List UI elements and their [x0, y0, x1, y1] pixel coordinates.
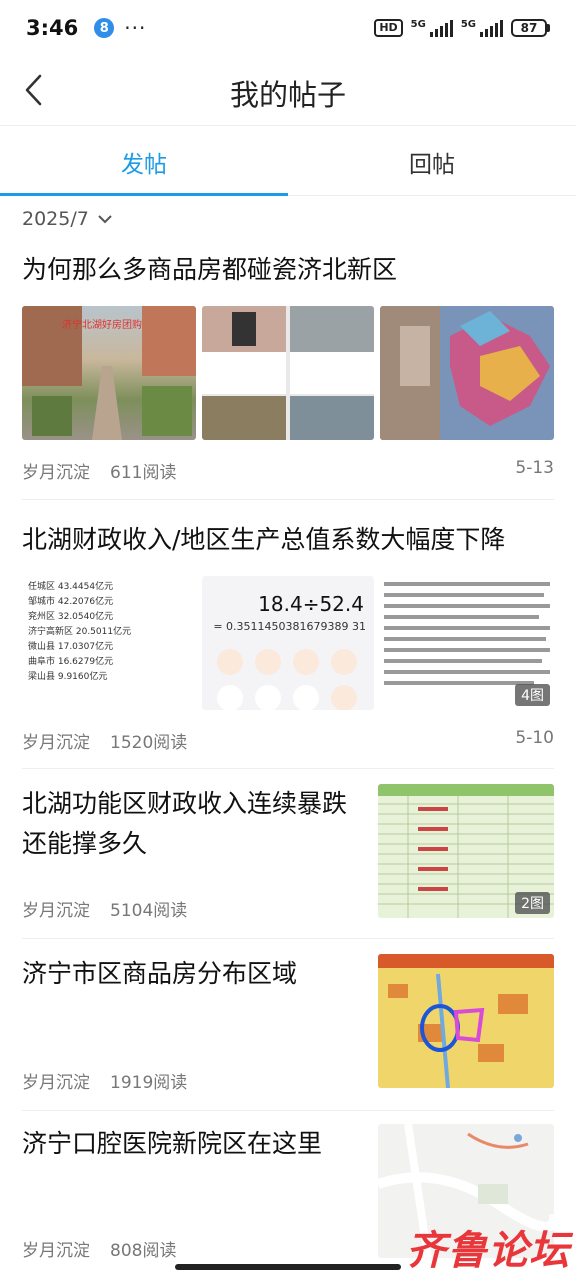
post-author: 岁月沉淀 — [22, 463, 90, 483]
post-author: 岁月沉淀 — [22, 1241, 90, 1261]
post-item[interactable]: 为何那么多商品房都碰瓷济北新区 济宁北湖好房团购 岁月沉淀 611阅读 5-13 — [0, 248, 576, 500]
divider — [22, 768, 554, 769]
status-time: 3:46 — [26, 16, 79, 40]
post-date: 5-10 — [515, 728, 554, 748]
post-reads: 1919阅读 — [110, 1073, 188, 1093]
image-count-badge: 2图 — [515, 892, 550, 914]
list-line: 微山县 17.0307亿元 — [28, 642, 114, 652]
svg-text:济宁北湖好房团购: 济宁北湖好房团购 — [62, 318, 142, 331]
list-line: 济宁高新区 20.5011亿元 — [28, 627, 132, 637]
post-thumbnail-calculator: 18.4÷52.4 = 0.3511450381679389 31 — [202, 576, 374, 710]
calc-expression: 18.4÷52.4 — [258, 592, 364, 616]
more-notifications-icon: ··· — [124, 16, 147, 40]
divider — [22, 1110, 554, 1111]
post-thumbnail-3 — [380, 306, 554, 440]
post-item[interactable]: 北湖财政收入/地区生产总值系数大幅度下降 任城区 43.4454亿元 邹城市 4… — [0, 518, 576, 769]
site-watermark: 齐鲁论坛 — [406, 1228, 570, 1274]
post-meta: 岁月沉淀 5104阅读 — [22, 896, 187, 921]
post-meta: 岁月沉淀 611阅读 — [22, 458, 176, 483]
calc-result: = 0.3511450381679389 31 — [213, 620, 366, 633]
tab-bar: 发帖 回帖 — [0, 128, 576, 196]
signal-icon-1: 5G — [411, 19, 453, 37]
list-line: 梁山县 9.9160亿元 — [28, 672, 108, 682]
post-thumbnail-1: 济宁北湖好房团购 — [22, 306, 196, 440]
month-filter-label: 2025/7 — [22, 208, 89, 230]
post-author: 岁月沉淀 — [22, 1073, 90, 1093]
divider — [22, 499, 554, 500]
post-meta: 岁月沉淀 808阅读 — [22, 1236, 176, 1261]
chevron-down-icon — [98, 215, 112, 224]
post-date: 5-13 — [515, 458, 554, 478]
post-title: 北湖财政收入/地区生产总值系数大幅度下降 — [22, 525, 506, 554]
tab-posts[interactable]: 发帖 — [0, 128, 288, 196]
post-title: 济宁口腔医院新院区在这里 — [22, 1129, 323, 1158]
hd-voice-icon: HD — [374, 19, 403, 37]
month-filter[interactable]: 2025/7 — [22, 208, 113, 230]
signal-icon-2: 5G — [461, 19, 503, 37]
notification-badge-icon: 8 — [94, 18, 115, 38]
post-thumbnail-list: 任城区 43.4454亿元 邹城市 42.2076亿元 兖州区 32.0540亿… — [22, 576, 196, 710]
battery-icon: 87 — [511, 19, 550, 37]
post-author: 岁月沉淀 — [22, 901, 90, 921]
page-title: 我的帖子 — [229, 78, 346, 112]
post-title-line-2: 还能撑多久 — [22, 829, 148, 858]
post-reads: 808阅读 — [110, 1241, 177, 1261]
post-item[interactable]: 济宁市区商品房分布区域 岁月沉淀 1919阅读 — [0, 952, 576, 1112]
list-line: 任城区 43.4454亿元 — [28, 582, 114, 592]
post-meta: 岁月沉淀 1919阅读 — [22, 1068, 187, 1093]
post-title: 济宁市区商品房分布区域 — [22, 959, 298, 988]
list-line: 曲阜市 16.6279亿元 — [28, 657, 114, 667]
post-item[interactable]: 北湖功能区财政收入连续暴跌 还能撑多久 2图 岁月沉淀 5104阅读 — [0, 780, 576, 940]
post-thumbnail-text: 4图 — [380, 576, 554, 710]
post-thumbnail-map — [378, 954, 554, 1088]
post-title: 为何那么多商品房都碰瓷济北新区 — [22, 255, 398, 284]
post-reads: 5104阅读 — [110, 901, 188, 921]
home-indicator[interactable] — [175, 1264, 401, 1270]
tab-replies[interactable]: 回帖 — [288, 128, 576, 195]
divider — [22, 938, 554, 939]
post-title-line-1: 北湖功能区财政收入连续暴跌 — [22, 789, 348, 818]
status-bar: 3:46 8 ··· HD 5G 5G 87 — [0, 0, 576, 56]
post-author: 岁月沉淀 — [22, 733, 90, 753]
post-thumbnail-2 — [202, 306, 374, 440]
image-count-badge: 4图 — [515, 684, 550, 706]
post-reads: 1520阅读 — [110, 733, 188, 753]
post-meta: 岁月沉淀 1520阅读 — [22, 728, 187, 753]
post-reads: 611阅读 — [110, 463, 177, 483]
list-line: 邹城市 42.2076亿元 — [28, 597, 114, 607]
list-line: 兖州区 32.0540亿元 — [28, 612, 114, 622]
post-thumbnail-table: 2图 — [378, 784, 554, 918]
nav-bar: 我的帖子 — [0, 56, 576, 126]
